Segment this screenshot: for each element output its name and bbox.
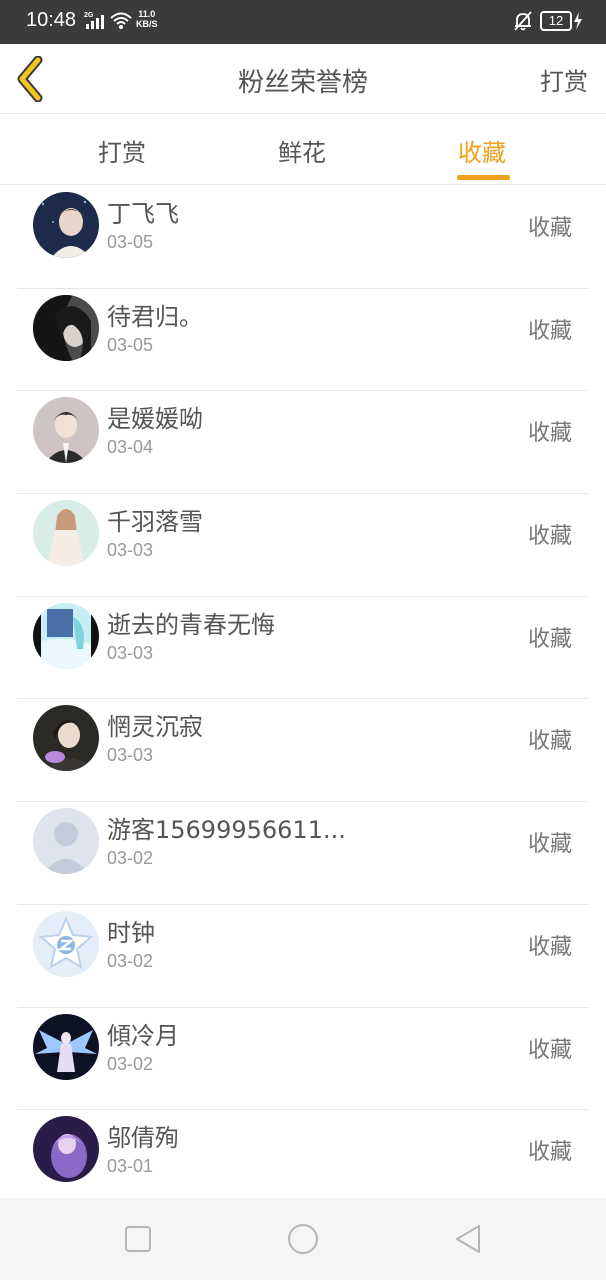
- item-date: 03-02: [107, 950, 154, 971]
- network-speed: 11.0 KB/S: [136, 9, 158, 29]
- speed-value: 11.0: [138, 9, 156, 19]
- item-date: 03-03: [107, 745, 154, 766]
- item-date: 03-05: [107, 334, 154, 355]
- speed-unit: KB/S: [136, 19, 158, 29]
- page-title: 粉丝荣誉榜: [237, 68, 368, 98]
- reward-button[interactable]: 打赏: [540, 62, 588, 97]
- item-action: 收藏: [527, 524, 572, 550]
- avatar: [33, 397, 99, 464]
- item-action: 收藏: [527, 216, 572, 241]
- item-action: 收藏: [527, 832, 572, 858]
- item-action: 收藏: [527, 626, 572, 652]
- signal-icon: 2G: [84, 12, 104, 29]
- item-action: 收藏: [527, 729, 572, 755]
- item-action: 收藏: [527, 934, 572, 960]
- user-name: 傾冷月: [107, 1021, 179, 1050]
- item-date: 03-04: [107, 437, 154, 458]
- tab-bar: 打赏 鲜花 收藏: [0, 115, 606, 185]
- home-icon[interactable]: [286, 1222, 320, 1256]
- item-action: 收藏: [527, 318, 572, 344]
- system-nav-bar: [0, 1198, 606, 1280]
- avatar: [33, 500, 99, 567]
- user-name: 丁飞飞: [107, 200, 179, 228]
- list-item[interactable]: 待君归。 03-05 收藏: [17, 289, 589, 392]
- user-name: 逝去的青春无悔: [107, 610, 275, 639]
- network-type-label: 2G: [84, 12, 94, 19]
- status-bar: 10:48 2G 11.0 KB/S 12: [0, 0, 606, 44]
- user-name: 是媛媛呦: [107, 405, 203, 434]
- wifi-icon: [110, 12, 132, 29]
- list-item[interactable]: 时钟 03-02 收藏: [17, 905, 589, 1008]
- avatar: [33, 910, 99, 977]
- avatar: [33, 1013, 99, 1080]
- item-date: 03-01: [107, 1156, 154, 1177]
- avatar: [33, 808, 99, 875]
- list-item[interactable]: 千羽落雪 03-03 收藏: [17, 494, 589, 597]
- tab-favorites[interactable]: 收藏: [458, 133, 506, 168]
- item-date: 03-05: [107, 232, 154, 252]
- item-date: 03-02: [107, 848, 154, 869]
- recent-apps-icon[interactable]: [121, 1222, 155, 1256]
- item-action: 收藏: [527, 1140, 572, 1166]
- item-action: 收藏: [527, 1037, 572, 1063]
- fan-list: 丁飞飞 03-05 收藏 待君归。 03-05 收藏 是媛媛呦 03-04 收藏: [0, 186, 606, 1213]
- user-name: 邬倩殉: [107, 1124, 179, 1153]
- battery-indicator: 12: [540, 11, 572, 31]
- header: 粉丝荣誉榜 打赏: [0, 44, 606, 114]
- nav-back-icon[interactable]: [451, 1222, 485, 1256]
- tab-flowers[interactable]: 鲜花: [278, 133, 326, 168]
- tab-reward[interactable]: 打赏: [98, 133, 146, 168]
- tab-active-indicator: [457, 175, 510, 180]
- avatar: [33, 602, 99, 669]
- status-time: 10:48: [26, 9, 77, 31]
- user-name: 游客15699956611...: [107, 816, 346, 845]
- item-action: 收藏: [527, 421, 572, 447]
- item-date: 03-02: [107, 1053, 154, 1074]
- avatar: [33, 294, 99, 361]
- avatar: [33, 1116, 99, 1183]
- list-item[interactable]: 傾冷月 03-02 收藏: [17, 1008, 589, 1111]
- list-item[interactable]: 丁飞飞 03-05 收藏: [17, 186, 589, 289]
- avatar: [33, 192, 99, 258]
- item-date: 03-03: [107, 642, 154, 663]
- list-item[interactable]: 惘灵沉寂 03-03 收藏: [17, 699, 589, 803]
- mute-bell-icon: [514, 11, 532, 31]
- user-name: 时钟: [107, 918, 155, 947]
- item-date: 03-03: [107, 540, 154, 561]
- list-item[interactable]: 游客15699956611... 03-02 收藏: [17, 802, 589, 905]
- avatar: [33, 705, 99, 772]
- charging-icon: [574, 12, 582, 30]
- user-name: 惘灵沉寂: [107, 713, 203, 742]
- list-item[interactable]: 是媛媛呦 03-04 收藏: [17, 391, 589, 495]
- user-name: 千羽落雪: [107, 508, 203, 537]
- list-item[interactable]: 逝去的青春无悔 03-03 收藏: [17, 597, 589, 700]
- user-name: 待君归。: [107, 302, 203, 331]
